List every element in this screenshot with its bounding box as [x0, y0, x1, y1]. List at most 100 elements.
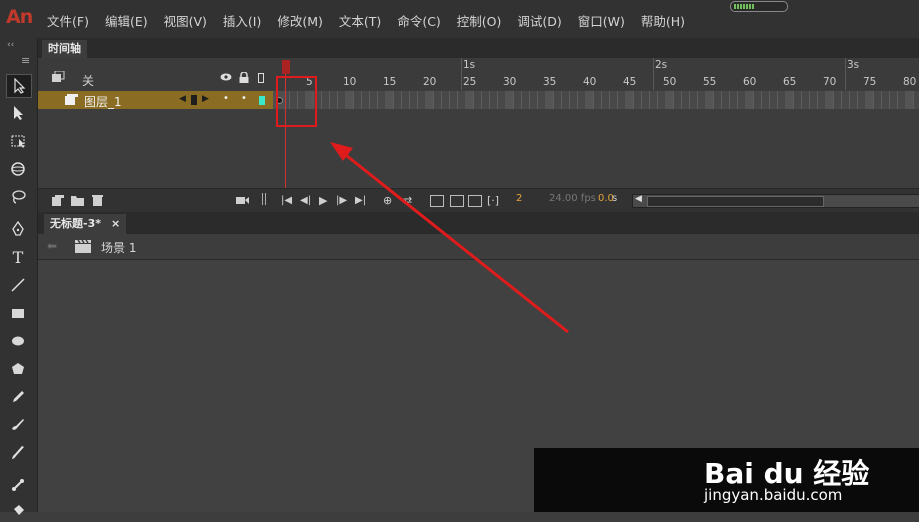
frame-cell-marker [545, 91, 553, 109]
annotation-highlight-box [276, 76, 317, 127]
rectangle-tool-icon[interactable] [6, 302, 30, 324]
frame-cell-marker [785, 91, 793, 109]
close-icon[interactable]: × [111, 217, 120, 230]
menu-item[interactable]: 窗口(W) [578, 11, 625, 30]
eye-icon[interactable] [220, 73, 232, 81]
ruler-second-label: 1s [463, 59, 476, 71]
new-layer-icon[interactable] [52, 195, 64, 206]
ruler-frame-number: 45 [623, 76, 637, 88]
back-arrow-icon[interactable]: ⬅ [47, 239, 57, 253]
brush-tool-icon[interactable] [6, 442, 30, 464]
timeline-scrollbar[interactable]: ◀ [632, 194, 919, 208]
add-keyframe-icon[interactable] [191, 95, 197, 105]
modify-markers-icon[interactable]: [·] [487, 193, 499, 209]
ruler-second-label: 3s [847, 59, 860, 71]
menu-item[interactable]: 帮助(H) [641, 11, 685, 30]
document-tab-label: 无标题-3* [50, 217, 101, 230]
menu-item[interactable]: 命令(C) [397, 11, 440, 30]
step-back-icon[interactable]: ◀| [300, 193, 311, 209]
onion-skin-icon[interactable] [430, 195, 444, 207]
layer-row[interactable]: 图层_1 ◀ ▶ • • [38, 91, 273, 109]
ruler-frame-number: 55 [703, 76, 717, 88]
collapse-panel-icon[interactable]: ‹‹ [7, 40, 14, 50]
edit-multiple-frames-icon[interactable] [468, 195, 482, 207]
play-icon[interactable]: ▶ [319, 193, 327, 209]
onion-skin-outline-icon[interactable] [450, 195, 464, 207]
new-folder-icon[interactable] [71, 195, 84, 206]
ruler-frame-number: 40 [583, 76, 597, 88]
menu-item[interactable]: 控制(O) [457, 11, 502, 30]
playhead[interactable] [282, 60, 290, 74]
menu-item[interactable]: 修改(M) [277, 11, 323, 30]
ruler-second-label: 2s [655, 59, 668, 71]
layers-empty-area [38, 109, 273, 188]
frame-cell-marker [825, 91, 833, 109]
current-frame[interactable]: 2 [516, 193, 522, 204]
layer-stack-icon [52, 71, 65, 82]
paint-bucket-tool-icon[interactable] [6, 500, 30, 522]
free-transform-tool-icon[interactable] [6, 130, 30, 152]
frame-cell-marker [705, 91, 713, 109]
menu-items: 文件(F) 编辑(E) 视图(V) 插入(I) 修改(M) 文本(T) 命令(C) 控制(O)… [47, 11, 701, 30]
frame-cell-marker [905, 91, 913, 109]
next-keyframe-icon[interactable]: ▶ [202, 94, 209, 104]
document-tab-bar: 无标题-3* × [38, 212, 919, 234]
layers-header: 关 [38, 58, 273, 90]
go-to-last-frame-icon[interactable]: ▶| [355, 193, 366, 209]
subselection-tool-icon[interactable] [6, 102, 30, 124]
panel-menu-icon[interactable]: ≡ [21, 54, 30, 67]
text-tool-icon[interactable]: T [6, 246, 30, 268]
tab-timeline[interactable]: 时间轴 [42, 40, 87, 58]
frame-cell-marker [745, 91, 753, 109]
paint-brush-tool-icon[interactable] [6, 414, 30, 436]
menu-item[interactable]: 插入(I) [223, 11, 261, 30]
pen-tool-icon[interactable] [6, 218, 30, 240]
separator [262, 193, 263, 205]
step-forward-icon[interactable]: |▶ [336, 193, 347, 209]
frame-cell-marker [665, 91, 673, 109]
scene-label[interactable]: 场景 1 [101, 239, 136, 256]
scroll-left-icon[interactable]: ◀ [635, 194, 642, 204]
prev-keyframe-icon[interactable]: ◀ [179, 94, 186, 104]
scrollbar-thumb[interactable] [647, 196, 824, 207]
ruler-frame-number: 15 [383, 76, 397, 88]
elapsed-time-unit: s [612, 193, 618, 204]
menu-item[interactable]: 文件(F) [47, 11, 89, 30]
oval-tool-icon[interactable] [6, 330, 30, 352]
frames-empty-area [273, 109, 919, 188]
pencil-tool-icon[interactable] [6, 386, 30, 408]
loop-icon[interactable]: ⊕ [383, 193, 392, 209]
menu-item[interactable]: 文本(T) [339, 11, 381, 30]
lock-icon[interactable] [239, 72, 249, 83]
layer-name[interactable]: 图层_1 [84, 93, 122, 110]
edit-bar: ⬅ 场景 1 [38, 234, 919, 260]
bone-tool-icon[interactable] [6, 474, 30, 496]
menu-item[interactable]: 调试(D) [517, 11, 561, 30]
frame-cell-marker [625, 91, 633, 109]
lasso-tool-icon[interactable] [6, 186, 30, 208]
frames-row[interactable] [273, 91, 919, 109]
delete-layer-icon[interactable] [92, 194, 103, 206]
layer-outline-color[interactable] [259, 96, 265, 105]
center-frame-icon[interactable]: ⇄ [403, 193, 412, 209]
ruler-frame-number: 60 [743, 76, 757, 88]
frame-ruler[interactable]: 5 10 15 20 25 30 35 40 45 50 55 60 65 70 75 80 1s 2s 3s [273, 58, 919, 90]
menu-item[interactable]: 视图(V) [164, 11, 207, 30]
visibility-dot-icon[interactable]: • [223, 93, 229, 104]
lock-dot-icon[interactable]: • [241, 93, 247, 104]
camera-icon[interactable] [236, 196, 249, 205]
tab-document[interactable]: 无标题-3* × [44, 214, 127, 234]
ruler-frame-number: 10 [343, 76, 357, 88]
timeline-controls: |◀ ◀| ▶ |▶ ▶| ⊕ ⇄ [·] 2 24.00 fps 0.0 s … [38, 188, 919, 213]
ruler-frame-number: 75 [863, 76, 877, 88]
outline-icon[interactable] [258, 73, 264, 83]
line-tool-icon[interactable] [6, 274, 30, 296]
frame-cell-marker [385, 91, 393, 109]
3d-rotation-tool-icon[interactable] [6, 158, 30, 180]
frame-rate[interactable]: 24.00 fps [549, 193, 596, 204]
selection-tool-icon[interactable] [6, 74, 32, 98]
timeline-tab-bar: 时间轴 [38, 38, 919, 58]
go-to-first-frame-icon[interactable]: |◀ [281, 193, 292, 209]
menu-item[interactable]: 编辑(E) [105, 11, 148, 30]
polystar-tool-icon[interactable] [6, 358, 30, 380]
